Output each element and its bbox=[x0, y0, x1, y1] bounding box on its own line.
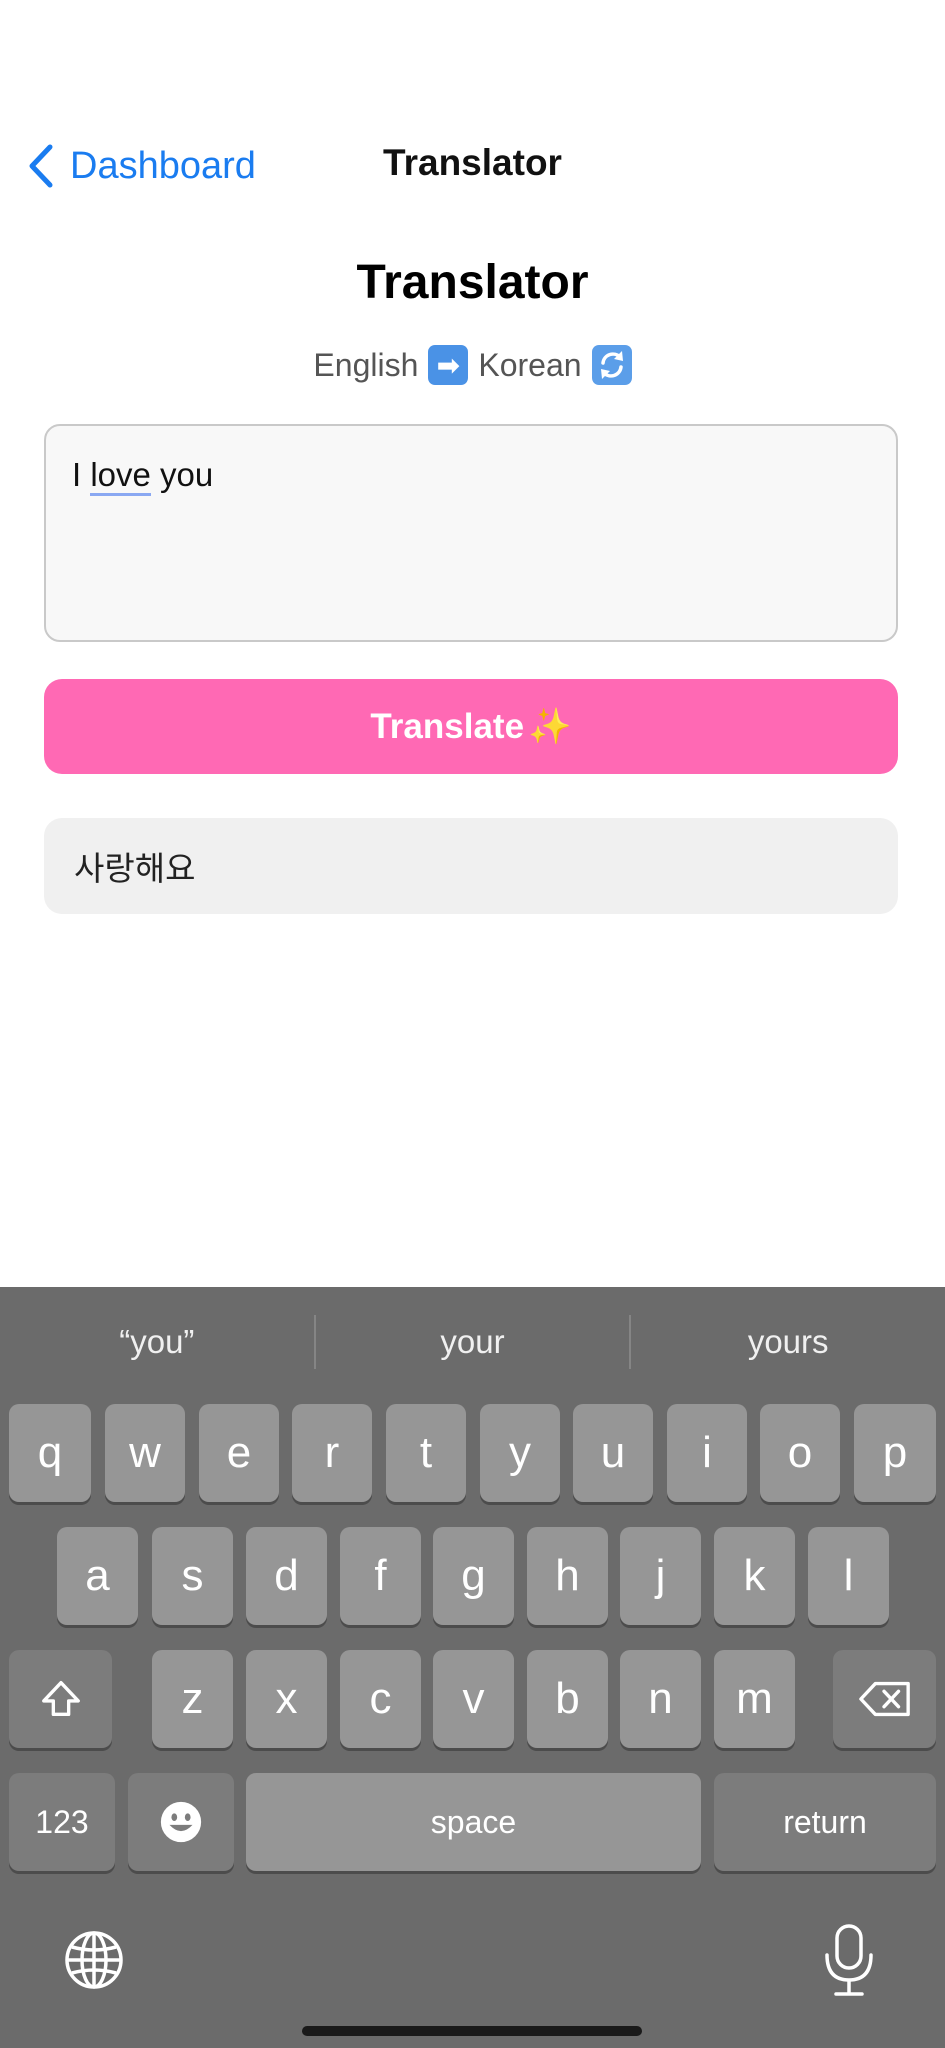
key-x[interactable]: x bbox=[246, 1650, 327, 1748]
key-y[interactable]: y bbox=[480, 1404, 560, 1502]
suggestion-item[interactable]: “you” bbox=[0, 1287, 314, 1397]
key-v[interactable]: v bbox=[433, 1650, 514, 1748]
key-p[interactable]: p bbox=[854, 1404, 936, 1502]
key-l[interactable]: l bbox=[808, 1527, 889, 1625]
shift-icon bbox=[41, 1681, 80, 1717]
input-text-autocorrect-word: love bbox=[90, 456, 151, 496]
key-n[interactable]: n bbox=[620, 1650, 701, 1748]
key-s[interactable]: s bbox=[152, 1527, 233, 1625]
key-d[interactable]: d bbox=[246, 1527, 327, 1625]
globe-button[interactable] bbox=[62, 1928, 126, 1997]
emoji-key[interactable] bbox=[128, 1773, 234, 1871]
input-text-prefix: I bbox=[72, 456, 91, 493]
key-u[interactable]: u bbox=[573, 1404, 653, 1502]
suggestion-item[interactable]: yours bbox=[631, 1287, 945, 1397]
suggestion-bar: “you” your yours bbox=[0, 1287, 945, 1397]
shift-key[interactable] bbox=[9, 1650, 112, 1748]
key-e[interactable]: e bbox=[199, 1404, 279, 1502]
key-q[interactable]: q bbox=[9, 1404, 91, 1502]
navigation-bar: Dashboard Translator bbox=[0, 130, 945, 202]
key-t[interactable]: t bbox=[386, 1404, 466, 1502]
translate-button-label: Translate bbox=[370, 706, 525, 746]
key-j[interactable]: j bbox=[620, 1527, 701, 1625]
key-a[interactable]: a bbox=[57, 1527, 138, 1625]
key-b[interactable]: b bbox=[527, 1650, 608, 1748]
globe-icon bbox=[65, 1931, 123, 1989]
page-title: Translator bbox=[356, 256, 589, 309]
translate-button[interactable]: Translate ✨ bbox=[44, 679, 898, 774]
key-g[interactable]: g bbox=[433, 1527, 514, 1625]
key-z[interactable]: z bbox=[152, 1650, 233, 1748]
swap-languages-icon[interactable] bbox=[591, 345, 632, 385]
key-w[interactable]: w bbox=[105, 1404, 185, 1502]
nav-title: Translator bbox=[383, 142, 562, 183]
home-indicator bbox=[302, 2026, 642, 2036]
microphone-icon bbox=[825, 1924, 873, 1996]
arrow-right-icon: ➡ bbox=[428, 345, 469, 385]
translation-output-text: 사랑해요 bbox=[74, 850, 196, 887]
suggestion-item[interactable]: your bbox=[316, 1287, 630, 1397]
key-o[interactable]: o bbox=[760, 1404, 840, 1502]
space-key[interactable]: space bbox=[246, 1773, 701, 1871]
key-k[interactable]: k bbox=[714, 1527, 795, 1625]
key-i[interactable]: i bbox=[667, 1404, 747, 1502]
emoji-icon bbox=[160, 1801, 202, 1843]
delete-icon bbox=[858, 1681, 910, 1717]
target-language[interactable]: Korean bbox=[478, 347, 581, 384]
delete-key[interactable] bbox=[833, 1650, 936, 1748]
key-c[interactable]: c bbox=[340, 1650, 421, 1748]
key-m[interactable]: m bbox=[714, 1650, 795, 1748]
numbers-key[interactable]: 123 bbox=[9, 1773, 115, 1871]
sparkles-icon: ✨ bbox=[528, 707, 572, 746]
translator-screen: Dashboard Translator Translator English … bbox=[0, 0, 945, 2048]
translation-output: 사랑해요 bbox=[44, 818, 898, 914]
key-h[interactable]: h bbox=[527, 1527, 608, 1625]
key-r[interactable]: r bbox=[292, 1404, 372, 1502]
language-selector: English ➡ Korean bbox=[0, 345, 945, 385]
key-f[interactable]: f bbox=[340, 1527, 421, 1625]
dictation-button[interactable] bbox=[821, 1923, 877, 2004]
keyboard: “you” your yours q w e r t y u i o p a s… bbox=[0, 1287, 945, 2048]
input-text-suffix: you bbox=[150, 456, 214, 493]
return-key[interactable]: return bbox=[714, 1773, 936, 1871]
source-language[interactable]: English bbox=[313, 347, 418, 384]
source-text-input[interactable]: I love you bbox=[44, 424, 898, 642]
